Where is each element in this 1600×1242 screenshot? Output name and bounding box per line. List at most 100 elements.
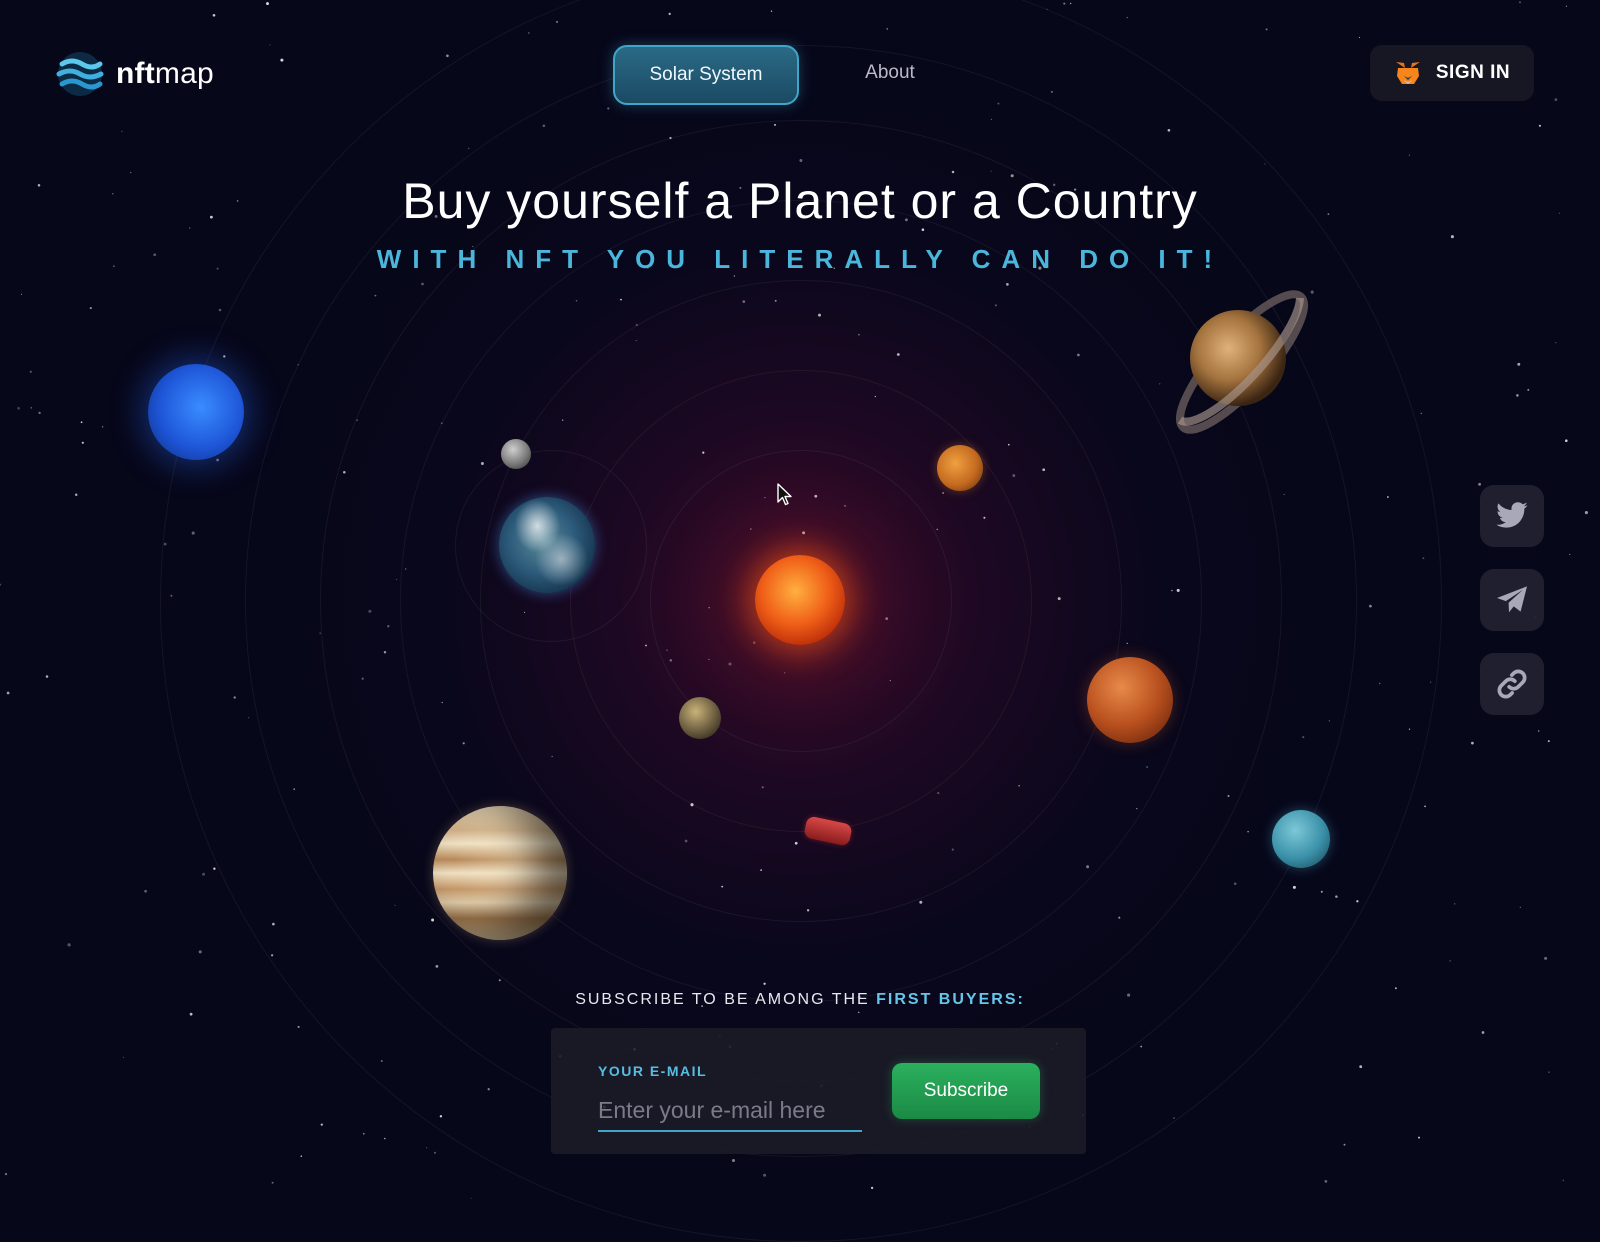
star <box>122 1056 125 1058</box>
star <box>362 1132 365 1135</box>
mars-planet[interactable] <box>1087 657 1173 743</box>
star <box>1420 412 1423 415</box>
nav-solar-system[interactable]: Solar System <box>613 45 799 105</box>
star <box>1584 511 1588 515</box>
star <box>144 889 147 893</box>
star <box>1324 1180 1328 1183</box>
star <box>1069 2 1072 5</box>
star <box>80 421 83 424</box>
star <box>1519 906 1521 909</box>
twitter-icon <box>1496 502 1528 528</box>
star <box>0 583 2 586</box>
brand-logo[interactable]: nftmap <box>56 50 214 98</box>
star <box>470 1197 472 1199</box>
nav-about[interactable]: About <box>840 45 940 101</box>
star <box>1471 741 1474 745</box>
star <box>121 130 123 133</box>
star <box>426 1147 428 1149</box>
uranus-planet[interactable] <box>1272 810 1330 868</box>
star <box>213 867 216 870</box>
neptune-planet[interactable] <box>148 364 244 460</box>
star <box>1063 2 1066 5</box>
star <box>1554 98 1558 102</box>
link-icon <box>1497 669 1527 699</box>
sign-in-button[interactable]: SIGN IN <box>1370 45 1534 101</box>
star <box>1418 1136 1420 1139</box>
star <box>101 426 104 428</box>
star <box>446 54 449 58</box>
star <box>271 1181 274 1184</box>
star <box>1449 960 1451 962</box>
star <box>81 441 84 444</box>
star <box>1478 482 1482 486</box>
star <box>280 58 284 62</box>
twitter-button[interactable] <box>1480 485 1544 547</box>
mercury-planet[interactable] <box>679 697 721 739</box>
star <box>212 13 216 17</box>
star <box>1343 1143 1346 1146</box>
metamask-fox-icon <box>1395 62 1420 84</box>
star <box>1450 235 1454 239</box>
jupiter-planet[interactable] <box>433 806 567 940</box>
star <box>202 872 206 876</box>
star <box>1126 16 1128 19</box>
star <box>1555 342 1557 344</box>
subscribe-button[interactable]: Subscribe <box>892 1063 1040 1119</box>
star <box>1516 394 1519 397</box>
star <box>1481 1031 1485 1034</box>
star <box>1548 1071 1550 1073</box>
email-label: YOUR E-MAIL <box>598 1063 708 1079</box>
star <box>1565 5 1568 7</box>
telegram-icon <box>1497 586 1527 613</box>
star <box>266 2 269 6</box>
star <box>45 675 49 678</box>
star <box>1562 1179 1565 1182</box>
hero-subtitle: WITH NFT YOU LITERALLY CAN DO IT! <box>376 244 1224 274</box>
sun[interactable] <box>755 555 845 645</box>
star <box>1565 439 1568 442</box>
star <box>269 44 271 46</box>
star <box>1537 730 1540 732</box>
star <box>1265 28 1268 31</box>
star <box>1569 553 1571 555</box>
star <box>30 407 32 409</box>
star <box>74 493 78 496</box>
star <box>189 1012 193 1016</box>
star <box>17 407 20 410</box>
link-button[interactable] <box>1480 653 1544 715</box>
mouse-cursor-icon <box>777 483 792 506</box>
telegram-button[interactable] <box>1480 569 1544 631</box>
star <box>1394 987 1397 990</box>
star <box>198 950 202 954</box>
star <box>1424 805 1426 808</box>
star <box>6 691 10 695</box>
star <box>1538 124 1541 127</box>
star <box>38 411 41 415</box>
star <box>300 1155 303 1157</box>
star <box>1544 956 1548 960</box>
star <box>1527 388 1530 391</box>
star <box>4 1172 8 1176</box>
subscribe-form: YOUR E-MAIL Subscribe <box>551 1028 1086 1154</box>
hero-title: Buy yourself a Planet or a Country <box>402 173 1198 229</box>
star <box>1547 740 1550 743</box>
star <box>20 293 23 296</box>
star <box>1408 154 1411 156</box>
star <box>297 1025 300 1028</box>
star <box>89 307 92 310</box>
star <box>29 370 32 373</box>
email-field[interactable] <box>598 1090 862 1132</box>
star <box>1358 36 1361 38</box>
star <box>384 1137 386 1140</box>
moon[interactable] <box>501 439 531 469</box>
saturn-planet[interactable] <box>1150 270 1330 460</box>
venus-planet[interactable] <box>937 445 983 491</box>
star <box>218 308 222 312</box>
star <box>1359 1065 1363 1069</box>
earth-planet[interactable] <box>499 497 595 593</box>
star <box>67 943 71 947</box>
brand-name: nftmap <box>116 57 214 90</box>
star <box>1517 362 1521 366</box>
globe-wave-icon <box>56 52 104 96</box>
subscribe-heading: SUBSCRIBE TO BE AMONG THE FIRST BUYERS: <box>575 991 1025 1008</box>
